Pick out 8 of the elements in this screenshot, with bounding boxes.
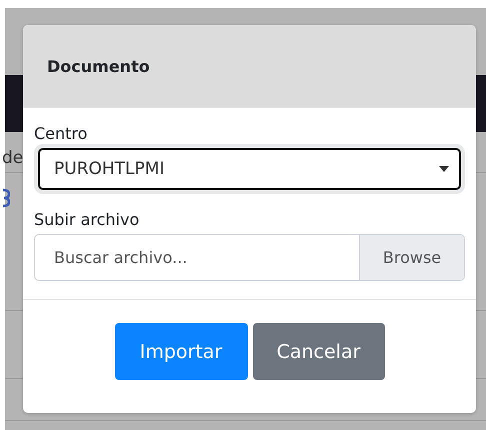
- import-button[interactable]: Importar: [114, 323, 248, 380]
- field-label: Subir archivo: [34, 210, 140, 229]
- partial-icon: [3, 188, 10, 208]
- field-label: Centro: [34, 124, 88, 143]
- modal-title: Documento: [47, 56, 150, 76]
- cancel-button[interactable]: Cancelar: [252, 323, 384, 380]
- browse-button[interactable]: Browse: [359, 235, 464, 280]
- file-input[interactable]: Buscar archivo... Browse: [34, 234, 465, 281]
